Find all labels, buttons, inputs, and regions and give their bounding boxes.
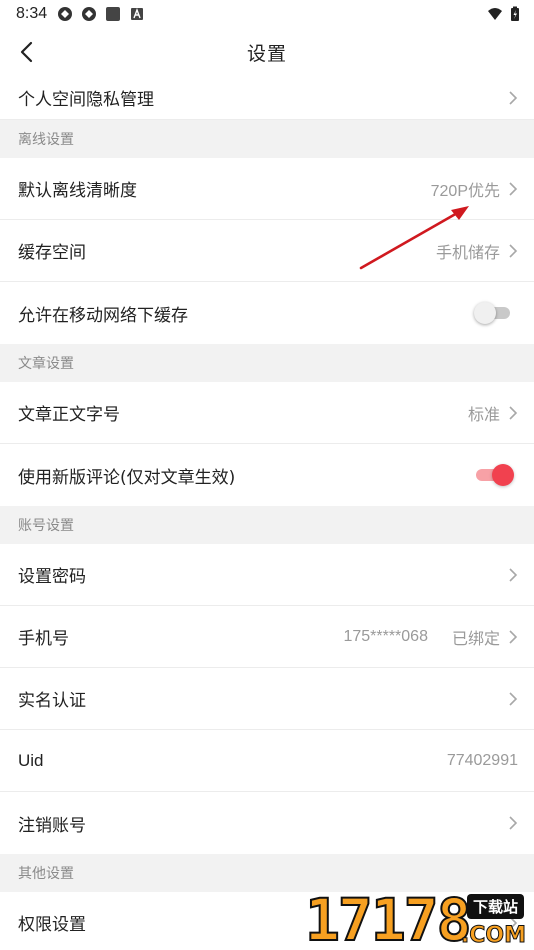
chevron-right-icon [509,405,518,420]
chevron-left-icon [20,41,33,63]
section-header-article: 文章设置 [0,344,534,382]
watermark-badge: 下载站 [466,894,524,919]
toggle-thumb [474,302,496,324]
row-right: 720P优先 [431,177,518,201]
row-default-offline-quality[interactable]: 默认离线清晰度 720P优先 [0,158,534,220]
row-label: 权限设置 [18,915,86,935]
row-label: 设置密码 [18,567,86,587]
chevron-right-icon [509,691,518,706]
row-right [500,691,518,707]
row-right: 175*****068 已绑定 [343,625,518,649]
chevron-right-icon [509,567,518,582]
row-uid: Uid 77402991 [0,730,534,792]
back-button[interactable] [12,38,40,66]
row-label: 实名认证 [18,691,86,711]
row-right: 标准 [468,401,518,425]
row-value: 720P优先 [430,182,500,200]
chevron-right-icon [509,816,518,830]
chevron-right-icon [509,629,518,644]
wifi-icon [488,8,502,20]
chevron-right-icon [509,243,518,258]
row-privacy-management[interactable]: 个人空间隐私管理 [0,76,534,120]
phone-number-value: 175*****068 [343,627,428,645]
row-new-comments: 使用新版评论(仅对文章生效) [0,444,534,506]
row-label: 文章正文字号 [18,405,120,425]
section-header-account: 账号设置 [0,506,534,544]
row-label: 默认离线清晰度 [18,181,137,201]
row-label: 注销账号 [18,815,86,836]
a-badge-icon [131,8,144,20]
row-label: 允许在移动网络下缓存 [18,305,188,326]
status-bar: 8:34 [0,0,534,28]
row-right [474,301,518,325]
settings-list: 个人空间隐私管理 离线设置 默认离线清晰度 720P优先 缓存空间 手机储存 允… [0,76,534,950]
watermark-suffix: .COM [460,923,526,949]
row-phone-number[interactable]: 手机号 175*****068 已绑定 [0,606,534,668]
toggle-thumb [492,464,514,486]
battery-charging-icon [511,6,519,21]
row-cache-space[interactable]: 缓存空间 手机储存 [0,220,534,282]
row-right [500,90,518,106]
row-right [474,463,518,487]
sync-icon [58,7,73,21]
uid-value: 77402991 [446,751,518,769]
phone-bind-status: 已绑定 [451,630,500,648]
row-right [500,815,518,831]
row-set-password[interactable]: 设置密码 [0,544,534,606]
section-header-offline: 离线设置 [0,120,534,158]
row-label: 个人空间隐私管理 [18,90,154,110]
row-delete-account[interactable]: 注销账号 [0,792,534,854]
status-time: 8:34 [16,5,48,22]
nav-bar: 设置 [0,28,534,76]
row-label: 手机号 [18,629,69,649]
chevron-right-icon [509,181,518,196]
status-icons-left [57,6,145,22]
row-real-name-verification[interactable]: 实名认证 [0,668,534,730]
row-value: 手机储存 [435,244,500,262]
chevron-right-icon [509,90,518,105]
row-right: 77402991 [447,752,518,770]
row-right [500,567,518,583]
mobile-cache-toggle[interactable] [474,301,514,325]
row-right: 手机储存 [436,239,518,263]
row-article-font-size[interactable]: 文章正文字号 标准 [0,382,534,444]
sync-icon [82,7,97,21]
row-label: 缓存空间 [18,243,86,263]
row-label: 使用新版评论(仅对文章生效) [18,467,236,488]
app-square-icon [106,7,121,21]
watermark-digits: 17178 [304,886,473,950]
row-value: 标准 [467,406,500,424]
new-comments-toggle[interactable] [474,463,514,487]
row-label: Uid [18,750,44,770]
watermark-logo: 17178 下载站 .COM [304,886,530,950]
status-icons-right [486,6,520,22]
page-title: 设置 [246,42,287,65]
row-mobile-network-cache: 允许在移动网络下缓存 [0,282,534,344]
